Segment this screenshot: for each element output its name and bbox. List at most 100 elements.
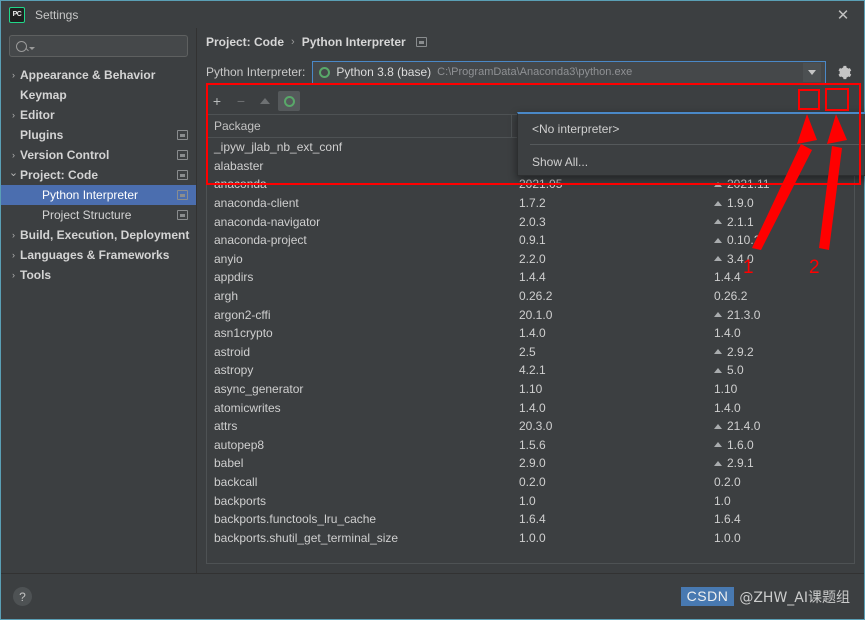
- package-latest-version-text: 1.6.0: [727, 437, 754, 452]
- interpreter-row: Python Interpreter: Python 3.8 (base) C:…: [197, 56, 864, 88]
- column-header-package[interactable]: Package: [207, 115, 512, 137]
- package-name-cell: argh: [214, 289, 239, 304]
- sidebar-item-build-execution-deployment[interactable]: › Build, Execution, Deployment: [1, 225, 196, 245]
- package-latest-version-cell: 0.10.2: [707, 233, 854, 247]
- package-version-cell: 0.26.2: [519, 289, 553, 304]
- sidebar-item-python-interpreter[interactable]: Python Interpreter: [1, 185, 196, 205]
- package-name-cell: anaconda-project: [214, 233, 307, 248]
- table-row[interactable]: argon2-cffi 20.1.0 21.3.0: [207, 305, 854, 324]
- gear-icon[interactable]: [833, 61, 855, 83]
- package-version-cell: 1.0: [519, 493, 536, 508]
- table-row[interactable]: astroid 2.5 2.9.2: [207, 343, 854, 362]
- upgrade-package-button[interactable]: [254, 91, 276, 111]
- table-row[interactable]: anaconda-navigator 2.0.3 2.1.1: [207, 212, 854, 231]
- package-latest-version-text: 0.2.0: [714, 474, 741, 489]
- package-latest-version-cell: 21.3.0: [707, 308, 854, 322]
- package-latest-version-cell: 1.0: [707, 494, 854, 508]
- settings-sidebar: › Appearance & Behavior Keymap › Editor Plugi…: [1, 28, 197, 573]
- package-name-cell: backports.shutil_get_terminal_size: [214, 530, 399, 545]
- dialog-footer: ? CSDN @ZHW_AI课题组: [1, 573, 864, 619]
- sidebar-search-wrap: [1, 28, 196, 63]
- package-name-cell: babel: [214, 456, 244, 471]
- upgrade-icon: [260, 98, 270, 104]
- search-icon: [16, 40, 27, 52]
- package-latest-version-text: 2.9.2: [727, 344, 754, 359]
- breadcrumb-parent[interactable]: Project: Code: [206, 35, 284, 49]
- sidebar-item-languages-frameworks[interactable]: › Languages & Frameworks: [1, 245, 196, 265]
- table-row[interactable]: anaconda-client 1.7.2 1.9.0: [207, 194, 854, 213]
- table-row[interactable]: backports 1.0 1.0: [207, 491, 854, 510]
- package-latest-version-text: 0.10.2: [727, 233, 761, 248]
- sidebar-item-tools[interactable]: › Tools: [1, 265, 196, 285]
- chevron-right-icon[interactable]: ›: [7, 230, 20, 240]
- add-package-button[interactable]: +: [206, 91, 228, 111]
- table-row[interactable]: babel 2.9.0 2.9.1: [207, 454, 854, 473]
- sidebar-item-label: Languages & Frameworks: [20, 248, 170, 262]
- package-latest-version-text: 5.0: [727, 363, 744, 378]
- dropdown-item[interactable]: <No interpreter>: [518, 117, 865, 140]
- sidebar-item-plugins[interactable]: Plugins: [1, 125, 196, 145]
- package-table-body: _ipyw_jlab_nb_ext_conf0.1.00.1.0alabaste…: [207, 138, 854, 563]
- settings-tree: › Appearance & Behavior Keymap › Editor Plugi…: [1, 63, 196, 573]
- sidebar-item-version-control[interactable]: › Version Control: [1, 145, 196, 165]
- table-row[interactable]: asn1crypto 1.4.0 1.4.0: [207, 324, 854, 343]
- package-table: Package Version Latest version _ipyw_jla…: [206, 114, 855, 564]
- settings-content: › Appearance & Behavior Keymap › Editor Plugi…: [1, 28, 865, 573]
- package-version-cell: 20.1.0: [519, 307, 553, 322]
- sidebar-item-project-code[interactable]: ⌄ Project: Code: [1, 165, 196, 185]
- package-table-scrollbar[interactable]: [844, 116, 853, 564]
- table-row[interactable]: backports.functools_lru_cache 1.6.4 1.6.4: [207, 510, 854, 529]
- chevron-down-icon: [29, 46, 35, 50]
- package-version-cell: 1.5.6: [519, 437, 546, 452]
- table-row[interactable]: anaconda-project 0.9.1 0.10.2: [207, 231, 854, 250]
- package-name-cell: argon2-cffi: [214, 307, 271, 322]
- table-row[interactable]: backports.shutil_get_terminal_size 1.0.0 1…: [207, 528, 854, 547]
- package-latest-version-text: 21.3.0: [727, 307, 761, 322]
- watermark-user: @ZHW_AI课题组: [739, 589, 850, 606]
- upgrade-available-icon: [714, 181, 722, 187]
- project-scope-icon: [177, 150, 188, 160]
- sidebar-item-editor[interactable]: › Editor: [1, 105, 196, 125]
- dropdown-item[interactable]: Show All...: [518, 150, 865, 173]
- package-latest-version-text: 1.4.4: [714, 270, 741, 285]
- upgrade-available-icon: [714, 256, 722, 262]
- help-button[interactable]: ?: [13, 587, 32, 606]
- chevron-right-icon[interactable]: ›: [7, 70, 20, 80]
- table-row[interactable]: anaconda 2021.05 2021.11: [207, 175, 854, 194]
- chevron-right-icon[interactable]: ›: [7, 270, 20, 280]
- package-name-cell: alabaster: [214, 158, 264, 173]
- chevron-down-icon[interactable]: [803, 62, 821, 82]
- package-latest-version-text: 2021.11: [727, 177, 770, 192]
- sidebar-item-appearance-behavior[interactable]: › Appearance & Behavior: [1, 65, 196, 85]
- remove-package-button[interactable]: −: [230, 91, 252, 111]
- chevron-right-icon[interactable]: ›: [7, 150, 20, 160]
- table-row[interactable]: async_generator 1.10 1.10: [207, 380, 854, 399]
- table-row[interactable]: argh 0.26.2 0.26.2: [207, 287, 854, 306]
- close-icon[interactable]: ✕: [832, 4, 854, 26]
- sidebar-item-label: Plugins: [20, 128, 64, 142]
- package-version-cell: 4.2.1: [519, 363, 546, 378]
- chevron-right-icon[interactable]: ›: [7, 250, 20, 260]
- breadcrumb-separator: ›: [291, 36, 295, 48]
- table-row[interactable]: astropy 4.2.1 5.0: [207, 361, 854, 380]
- table-row[interactable]: autopep8 1.5.6 1.6.0: [207, 436, 854, 455]
- interpreter-dropdown-menu[interactable]: <No interpreter> Show All...: [517, 112, 865, 176]
- sidebar-item-project-structure[interactable]: Project Structure: [1, 205, 196, 225]
- interpreter-combobox[interactable]: Python 3.8 (base) C:\ProgramData\Anacond…: [312, 60, 826, 84]
- table-row[interactable]: anyio 2.2.0 3.4.0: [207, 250, 854, 269]
- table-row[interactable]: backcall 0.2.0 0.2.0: [207, 473, 854, 492]
- table-row[interactable]: attrs 20.3.0 21.4.0: [207, 417, 854, 436]
- package-latest-version-cell: 1.4.0: [707, 401, 854, 415]
- table-row[interactable]: appdirs 1.4.4 1.4.4: [207, 268, 854, 287]
- breadcrumb-current: Python Interpreter: [301, 35, 406, 49]
- chevron-right-icon[interactable]: ›: [7, 110, 20, 120]
- package-latest-version-cell: 1.9.0: [707, 196, 854, 210]
- search-input[interactable]: [9, 35, 188, 57]
- package-latest-version-cell: 1.4.0: [707, 326, 854, 340]
- sidebar-item-keymap[interactable]: Keymap: [1, 85, 196, 105]
- table-row[interactable]: atomicwrites 1.4.0 1.4.0: [207, 398, 854, 417]
- chevron-down-icon[interactable]: ⌄: [7, 167, 20, 179]
- show-early-releases-button[interactable]: [278, 91, 300, 111]
- upgrade-available-icon: [714, 200, 722, 206]
- package-latest-version-cell: 0.2.0: [707, 475, 854, 489]
